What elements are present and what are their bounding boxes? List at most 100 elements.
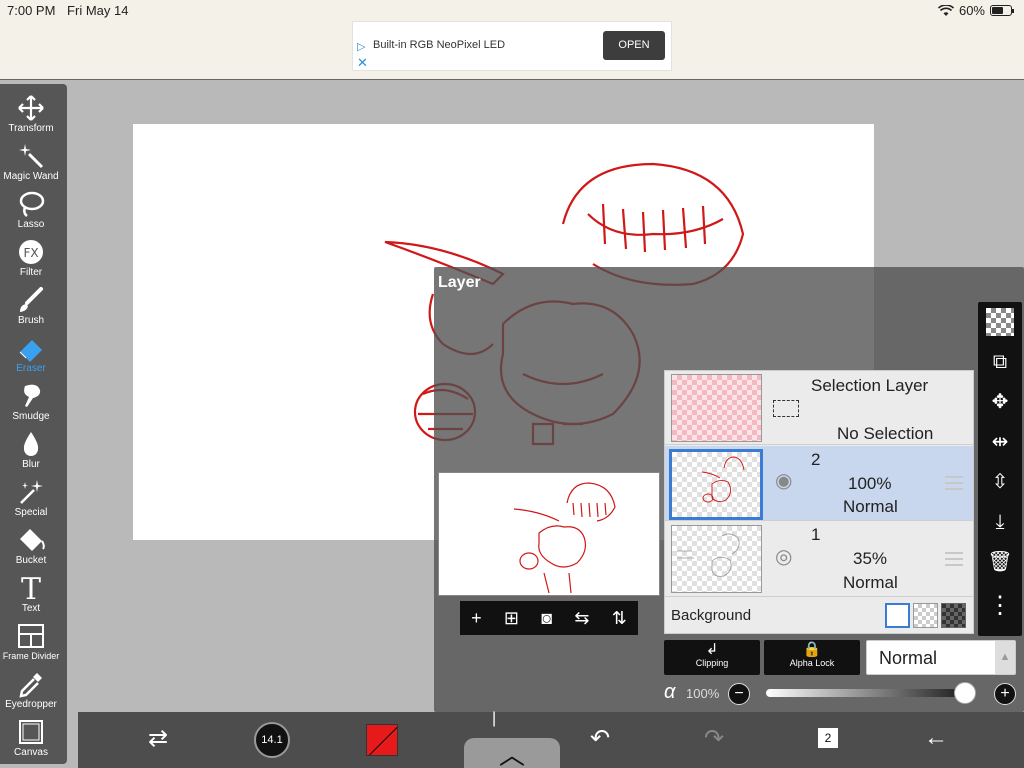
alpha-lock-button[interactable]: 🔒 Alpha Lock xyxy=(764,640,860,675)
add-layer-icon[interactable]: + xyxy=(471,608,482,629)
chevron-up-grip-icon[interactable]: ︿ xyxy=(464,738,560,768)
layer-panel: Layer + ⊞ ◙ ⇆ ⇅ Selection Layer No Selec… xyxy=(434,267,1024,712)
opacity-decrease-button[interactable]: − xyxy=(728,683,750,705)
tool-lasso[interactable]: Lasso xyxy=(0,186,62,234)
tool-label: Eraser xyxy=(16,363,46,374)
tool-label: Smudge xyxy=(12,411,50,422)
layer-preview xyxy=(438,472,660,596)
tool-blur[interactable]: Blur xyxy=(0,426,62,474)
background-row[interactable]: Background xyxy=(665,598,973,634)
tool-label: Blur xyxy=(22,459,40,470)
tool-label: Bucket xyxy=(15,555,47,566)
layer-row-2[interactable]: 2 ◉ 100% Normal xyxy=(665,446,973,521)
move-icon[interactable]: ✥ xyxy=(986,388,1014,416)
transparent-bg-icon[interactable] xyxy=(986,308,1014,336)
brush-icon xyxy=(20,287,43,312)
magic-wand-icon xyxy=(19,144,44,169)
panel-divider-icon: | xyxy=(492,710,497,727)
back-arrow-icon[interactable]: ← xyxy=(924,724,948,752)
slider-knob[interactable] xyxy=(954,682,976,704)
wifi-icon xyxy=(937,4,954,16)
svg-text:T: T xyxy=(21,574,41,602)
drop-icon xyxy=(23,432,39,456)
tool-brush[interactable]: Brush xyxy=(0,282,62,330)
tool-canvas[interactable]: Canvas xyxy=(0,714,62,762)
layer-tools-bar: ⧉ ✥ ⇹ ⇳ ⤓ 🗑 ⋮ xyxy=(978,302,1022,636)
ad-banner[interactable]: ▷ ✕ Built-in RGB NeoPixel LED OPEN xyxy=(352,21,672,71)
selection-layer-row[interactable]: Selection Layer No Selection xyxy=(665,371,973,445)
battery-percent: 60% xyxy=(958,3,985,18)
layer-thumbnail xyxy=(671,525,762,593)
flip-vertical-icon[interactable]: ⇅ xyxy=(612,608,627,629)
opacity-increase-button[interactable]: + xyxy=(994,683,1016,705)
bucket-icon xyxy=(20,529,45,551)
chevron-up-icon[interactable]: ▲ xyxy=(995,641,1015,674)
smudge-icon xyxy=(24,384,41,407)
tool-text[interactable]: T Text xyxy=(0,570,62,618)
drag-handle-icon[interactable] xyxy=(945,552,963,566)
tool-magic-wand[interactable]: Magic Wand xyxy=(0,138,62,186)
alpha-lock-label: Alpha Lock xyxy=(789,658,835,668)
tool-frame-divider[interactable]: Frame Divider xyxy=(0,618,62,666)
camera-icon[interactable]: ◙ xyxy=(541,608,552,629)
clipping-label: Clipping xyxy=(695,658,729,668)
tool-transform[interactable]: Transform xyxy=(0,90,62,138)
brush-swap-icon[interactable]: ⇄ xyxy=(148,724,168,753)
tool-smudge[interactable]: Smudge xyxy=(0,378,62,426)
flip-horizontal-icon[interactable]: ⇆ xyxy=(574,608,589,629)
layer-2-artwork xyxy=(701,456,745,503)
layer-panel-title: Layer xyxy=(438,274,481,291)
bg-transparent-swatch[interactable] xyxy=(913,603,938,628)
flip-icon[interactable]: ⇹ xyxy=(986,428,1014,456)
tool-label: Filter xyxy=(19,267,43,278)
sparkle-icon xyxy=(20,480,43,504)
layer-thumbnail xyxy=(669,449,763,520)
layer-list: Selection Layer No Selection 2 ◉ 100% No… xyxy=(664,370,974,634)
ad-close-icon[interactable]: ✕ xyxy=(357,55,368,71)
drag-handle-icon[interactable] xyxy=(945,476,963,490)
merge-down-icon[interactable]: ⤓ xyxy=(986,508,1014,536)
layer-row-1[interactable]: 1 ◎ 35% Normal xyxy=(665,522,973,597)
bg-white-swatch[interactable] xyxy=(885,603,910,628)
tool-bucket[interactable]: Bucket xyxy=(0,522,62,570)
lasso-icon xyxy=(19,191,45,217)
move-arrows-icon xyxy=(18,95,44,121)
add-layer-copy-icon[interactable]: ⊞ xyxy=(504,608,519,629)
clipping-button[interactable]: ↲ Clipping xyxy=(664,640,760,675)
more-options-icon[interactable]: ⋮ xyxy=(986,592,1014,620)
ad-open-button[interactable]: OPEN xyxy=(603,31,665,60)
fx-icon: FX xyxy=(19,240,43,264)
tool-special[interactable]: Special xyxy=(0,474,62,522)
text-icon: T xyxy=(21,574,41,602)
tool-label: Eyedropper xyxy=(5,699,57,710)
battery-icon xyxy=(990,5,1014,16)
color-swatch[interactable] xyxy=(366,724,398,756)
tool-eyedropper[interactable]: Eyedropper xyxy=(0,666,62,714)
tool-filter[interactable]: FX Filter xyxy=(0,234,62,282)
status-time: 7:00 PM xyxy=(7,3,56,18)
blend-mode-select[interactable]: Normal ▲ xyxy=(866,640,1016,675)
undo-icon[interactable]: ↶ xyxy=(590,724,610,753)
eye-icon[interactable]: ◉ xyxy=(775,468,792,493)
layer-actions-bar: + ⊞ ◙ ⇆ ⇅ xyxy=(460,601,638,635)
ad-choices-icon[interactable]: ▷ xyxy=(357,40,365,53)
tool-eraser[interactable]: Eraser xyxy=(0,330,62,378)
blend-mode-value: Normal xyxy=(879,648,938,668)
frame-divider-icon xyxy=(18,624,44,648)
flip-vertical-rotate-icon[interactable]: ⇳ xyxy=(986,468,1014,496)
bg-dark-swatch[interactable] xyxy=(941,603,966,628)
redo-icon[interactable]: ↷ xyxy=(704,724,724,753)
trash-icon[interactable]: 🗑 xyxy=(986,548,1014,576)
eye-icon[interactable]: ◎ xyxy=(775,544,792,569)
ad-strip: ▷ ✕ Built-in RGB NeoPixel LED OPEN xyxy=(0,20,1024,80)
canvas-icon xyxy=(19,720,43,744)
opacity-row: α 100% − + xyxy=(664,681,1022,705)
ad-text[interactable]: Built-in RGB NeoPixel LED xyxy=(373,39,505,51)
tool-label: Text xyxy=(21,603,41,614)
opacity-slider[interactable] xyxy=(766,682,976,704)
layers-button[interactable]: 2 xyxy=(818,728,838,748)
status-bar: 7:00 PM Fri May 14 60% xyxy=(0,0,1024,20)
brush-size-indicator[interactable]: 14.1 xyxy=(254,722,290,758)
layer-blend-mode: Normal xyxy=(843,497,898,516)
move-layer-content-icon[interactable]: ⧉ xyxy=(986,348,1014,376)
